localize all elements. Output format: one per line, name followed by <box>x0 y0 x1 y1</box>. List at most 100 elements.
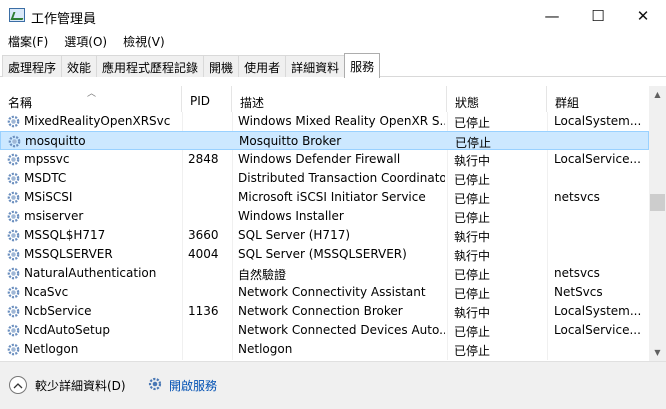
column-header-pid[interactable]: PID <box>182 86 232 112</box>
cell-description: Windows Installer <box>238 209 344 223</box>
cell-status: 執行中 <box>454 249 491 263</box>
service-row[interactable]: msiserver Windows Installer 已停止 <box>0 207 649 226</box>
cell-name: NcbService <box>24 304 92 318</box>
cell-status: 已停止 <box>454 116 491 130</box>
service-gear-icon <box>7 210 20 223</box>
column-header-description[interactable]: 描述 <box>232 86 447 112</box>
service-row[interactable]: MSiSCSI Microsoft iSCSI Initiator Service… <box>0 188 649 207</box>
cell-group: LocalService... <box>554 323 641 337</box>
cell-status: 執行中 <box>454 306 491 320</box>
scrollbar-thumb[interactable] <box>650 194 665 211</box>
service-row[interactable]: mosquitto Mosquitto Broker 已停止 <box>0 131 649 150</box>
minimize-button[interactable]: — <box>529 0 575 31</box>
column-header-name[interactable]: 名稱 ︿ <box>0 86 182 112</box>
cell-pid <box>188 264 232 283</box>
fewer-details-label: 較少詳細資料(D) <box>35 378 126 393</box>
cell-description: 自然驗證 <box>238 268 287 282</box>
cell-group: NetSvcs <box>554 285 603 299</box>
service-row[interactable]: MSSQLSERVER 4004 SQL Server (MSSQLSERVER) 執… <box>0 245 649 264</box>
cell-group: netsvcs <box>554 266 600 280</box>
cell-group <box>554 207 647 226</box>
tab-performance[interactable]: 效能 <box>61 55 98 77</box>
menu-bar: 檔案(F) 選項(O) 檢視(V) <box>0 31 666 52</box>
cell-pid <box>189 132 233 151</box>
tab-bar: 處理程序 效能 應用程式歷程記錄 開機 使用者 詳細資料 服務 <box>0 53 666 78</box>
cell-description: Network Connected Devices Auto... <box>238 323 445 337</box>
cell-group: netsvcs <box>554 190 600 204</box>
service-gear-icon <box>7 343 20 356</box>
scroll-down-icon[interactable]: ▼ <box>649 344 666 361</box>
service-gear-icon <box>7 115 20 128</box>
cell-name: MSSQL$H717 <box>24 228 106 242</box>
cell-name: MSDTC <box>24 171 67 185</box>
vertical-scrollbar[interactable]: ▲ ▼ <box>649 86 666 361</box>
cell-status: 已停止 <box>455 136 492 150</box>
cell-description: Netlogon <box>238 342 293 356</box>
tab-processes[interactable]: 處理程序 <box>2 55 63 77</box>
tab-app-history[interactable]: 應用程式歷程記錄 <box>96 55 205 77</box>
tab-details[interactable]: 詳細資料 <box>285 55 346 77</box>
open-services-link[interactable]: 開啟服務 <box>147 375 217 395</box>
tab-users[interactable]: 使用者 <box>238 55 287 77</box>
menu-options[interactable]: 選項(O) <box>56 31 115 52</box>
cell-status: 已停止 <box>454 211 491 225</box>
service-gear-icon <box>7 153 20 166</box>
service-gear-icon <box>7 305 20 318</box>
table-header: 名稱 ︿ PID 描述 狀態 群組 <box>0 86 649 112</box>
cell-name: MixedRealityOpenXRSvc <box>24 114 171 128</box>
service-row[interactable]: mpssvc 2848 Windows Defender Firewall 執行中 Lo… <box>0 150 649 169</box>
cell-status: 執行中 <box>454 230 491 244</box>
cell-group <box>554 169 647 188</box>
maximize-button[interactable]: ☐ <box>575 0 621 31</box>
menu-view[interactable]: 檢視(V) <box>115 31 173 52</box>
service-gear-icon <box>7 191 20 204</box>
service-row[interactable]: NcdAutoSetup Network Connected Devices Au… <box>0 321 649 340</box>
service-row[interactable]: MixedRealityOpenXRSvc Windows Mixed Reali… <box>0 112 649 131</box>
service-row[interactable]: MSSQL$H717 3660 SQL Server (H717) 執行中 <box>0 226 649 245</box>
cell-group <box>554 226 647 245</box>
cell-status: 執行中 <box>454 154 491 168</box>
fewer-details-button[interactable]: 較少詳細資料(D) <box>9 375 126 395</box>
cell-group: LocalService... <box>554 152 641 166</box>
column-header-status[interactable]: 狀態 <box>447 86 547 112</box>
tab-services[interactable]: 服務 <box>344 53 381 78</box>
cell-pid: 1136 <box>188 304 219 318</box>
cell-status: 已停止 <box>454 173 491 187</box>
cell-group <box>554 245 647 264</box>
cell-pid <box>188 207 232 226</box>
cell-name: msiserver <box>24 209 84 223</box>
cell-description: Windows Defender Firewall <box>238 152 401 166</box>
service-gear-icon <box>7 229 20 242</box>
cell-status: 已停止 <box>454 268 491 282</box>
service-row[interactable]: NaturalAuthentication 自然驗證 已停止 netsvcs <box>0 264 649 283</box>
close-button[interactable]: ✕ <box>620 0 666 31</box>
sort-ascending-icon: ︿ <box>87 89 97 99</box>
service-gear-icon <box>7 324 20 337</box>
cell-name: Netlogon <box>24 342 79 356</box>
cell-description: Mosquitto Broker <box>239 134 342 148</box>
service-row[interactable]: MSDTC Distributed Transaction Coordinator… <box>0 169 649 188</box>
cell-name: mosquitto <box>25 134 86 148</box>
column-header-group[interactable]: 群組 <box>547 86 649 112</box>
cell-description: Windows Mixed Reality OpenXR S... <box>238 114 445 128</box>
cell-pid: 2848 <box>188 152 219 166</box>
cell-name: mpssvc <box>24 152 70 166</box>
service-gear-icon <box>7 248 20 261</box>
footer-bar: 較少詳細資料(D) 開啟服務 <box>0 361 666 409</box>
service-gear-icon <box>7 286 20 299</box>
service-row[interactable]: NcaSvc Network Connectivity Assistant 已停止 N… <box>0 283 649 302</box>
service-gear-icon <box>8 135 21 148</box>
open-services-label: 開啟服務 <box>169 378 218 393</box>
cell-description: SQL Server (MSSQLSERVER) <box>238 247 407 261</box>
menu-file[interactable]: 檔案(F) <box>0 31 56 52</box>
service-row[interactable]: Netlogon Netlogon 已停止 <box>0 340 649 359</box>
chevron-up-icon <box>9 376 27 394</box>
cell-description: Distributed Transaction Coordinator <box>238 171 445 185</box>
service-gear-icon <box>7 267 20 280</box>
services-gear-icon <box>147 376 163 395</box>
cell-pid <box>188 340 232 359</box>
scroll-up-icon[interactable]: ▲ <box>649 86 666 103</box>
tab-startup[interactable]: 開機 <box>203 55 240 77</box>
service-row[interactable]: NcbService 1136 Network Connection Broker 執… <box>0 302 649 321</box>
cell-pid: 4004 <box>188 247 219 261</box>
